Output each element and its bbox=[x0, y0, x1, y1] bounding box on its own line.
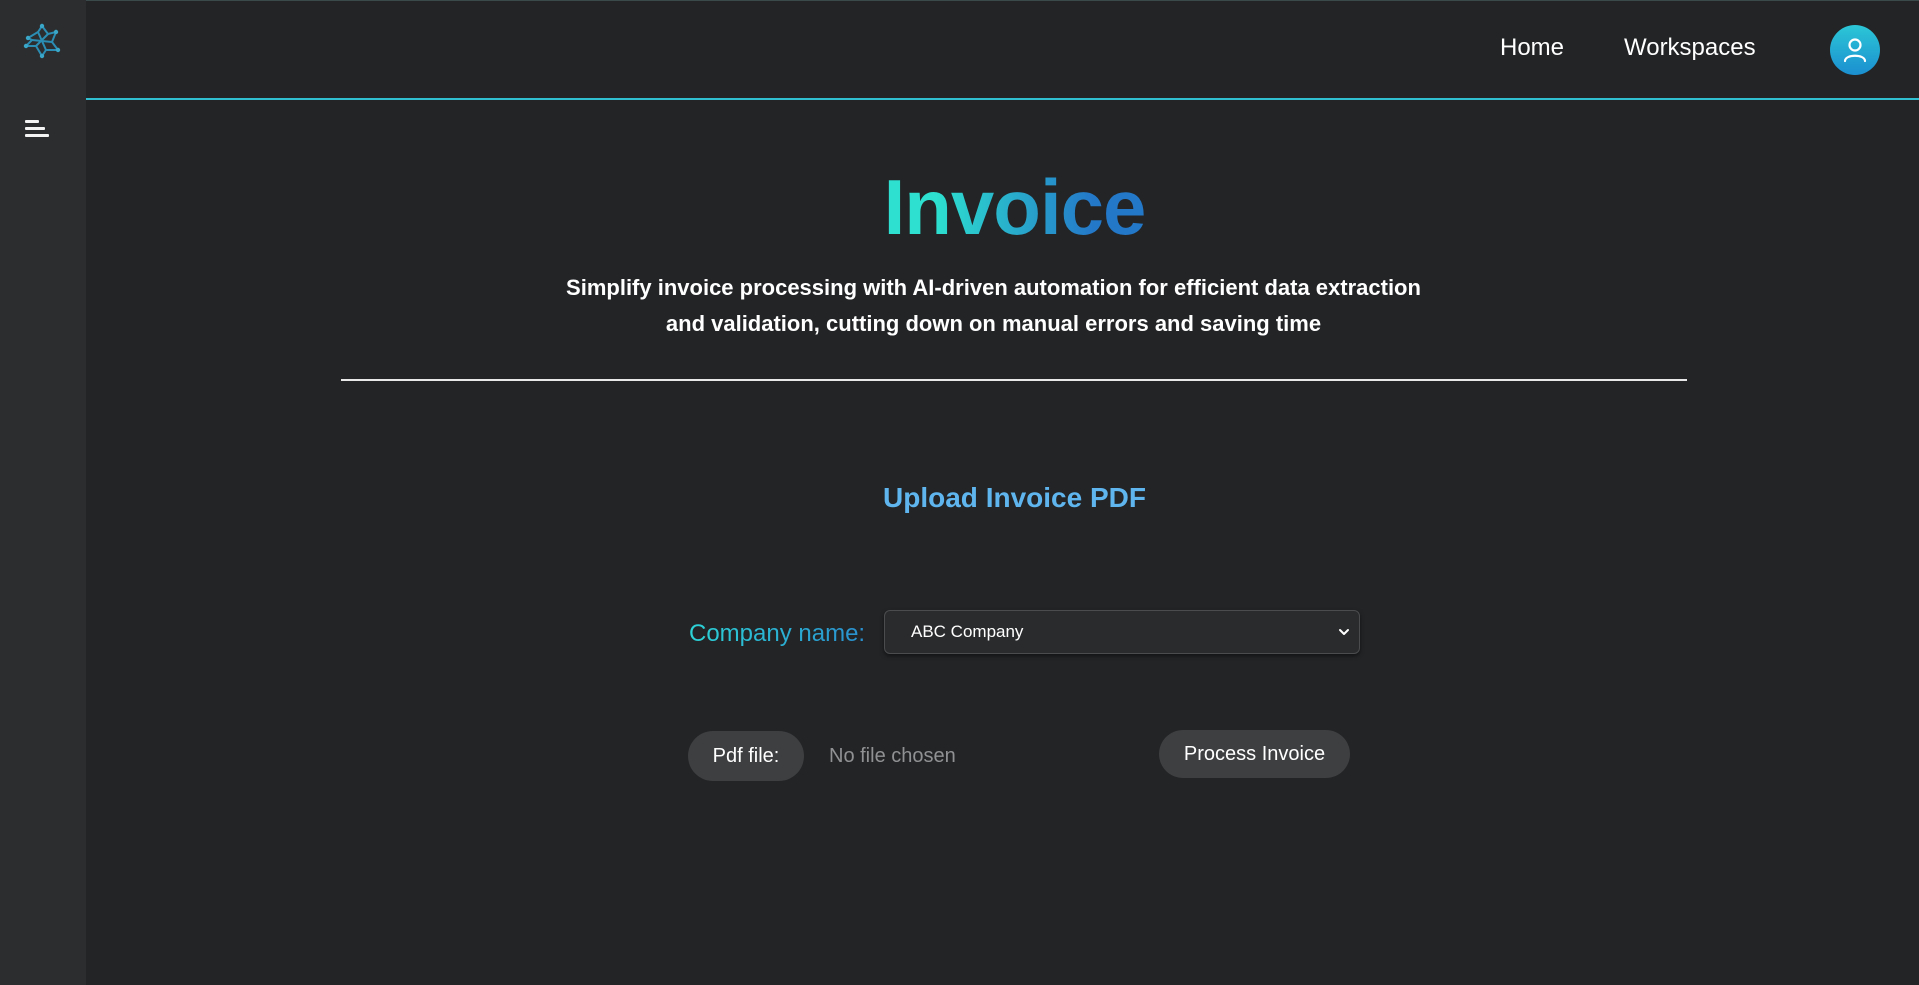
main-content: Invoice Simplify invoice processing with… bbox=[86, 102, 1919, 985]
company-name-select[interactable]: ABC Company bbox=[884, 610, 1360, 654]
upload-section-title: Upload Invoice PDF bbox=[883, 482, 1146, 513]
page-title-wrapper: Invoice bbox=[86, 157, 1919, 257]
top-navbar: Home Workspaces bbox=[86, 0, 1919, 100]
user-avatar-button[interactable] bbox=[1830, 25, 1880, 75]
section-divider bbox=[341, 379, 1687, 381]
file-status-text: No file chosen bbox=[829, 745, 956, 767]
pdf-file-choose-button[interactable]: Pdf file: bbox=[688, 731, 804, 781]
process-invoice-button[interactable]: Process Invoice bbox=[1159, 730, 1350, 778]
brand-logo-icon[interactable] bbox=[22, 20, 62, 60]
menu-toggle-icon[interactable] bbox=[22, 118, 52, 144]
company-select-value: ABC Company bbox=[911, 622, 1024, 641]
sidebar bbox=[0, 0, 86, 985]
nav-home-link[interactable]: Home bbox=[1500, 34, 1564, 62]
page-subtitle: Simplify invoice processing with AI-driv… bbox=[566, 275, 1421, 336]
user-icon bbox=[1843, 38, 1867, 63]
page-title: Invoice bbox=[884, 157, 1147, 257]
company-name-label: Company name: bbox=[689, 620, 866, 647]
chevron-down-icon bbox=[1337, 625, 1351, 644]
nav-workspaces-link[interactable]: Workspaces bbox=[1624, 34, 1756, 62]
